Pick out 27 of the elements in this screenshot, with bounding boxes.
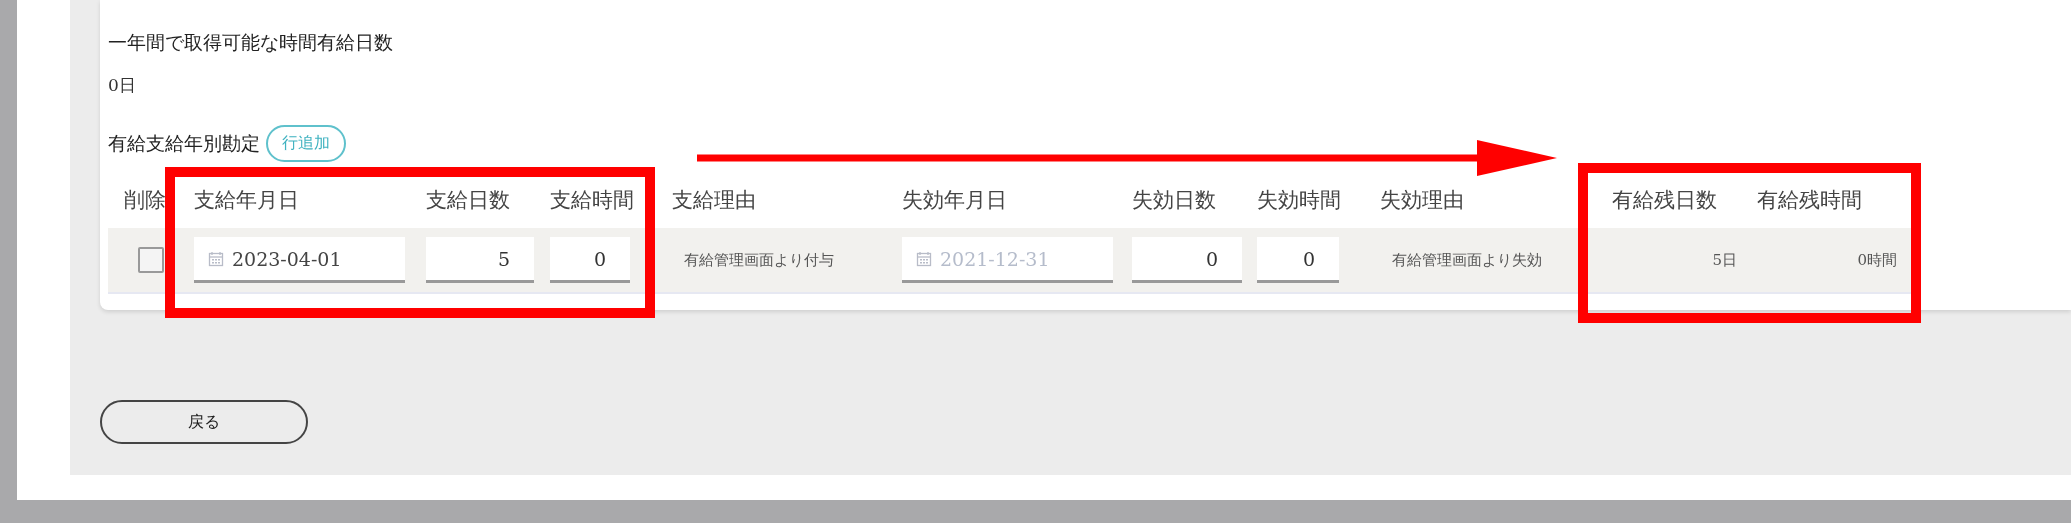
field-value: 0日 [108,74,137,97]
column-header: 有給残日数 [1612,187,1718,214]
days-field[interactable]: 5 [426,237,534,283]
column-header: 支給日数 [426,187,511,214]
column-header: 支給年月日 [194,187,300,214]
column-header: 支給理由 [672,187,757,214]
expiry-reason: 有給管理画面より失効 [1391,250,1542,270]
hours-field[interactable]: 0 [550,237,630,283]
remaining-days: 5日 [1700,250,1737,270]
back-button[interactable]: 戻る [100,400,308,444]
days-field[interactable]: 0 [1132,237,1242,283]
column-header: 失効時間 [1257,187,1342,214]
calendar-icon [208,250,224,267]
date-field[interactable]: 2023-04-01 [194,237,405,283]
calendar-icon [916,250,932,267]
column-header: 有給残時間 [1757,187,1863,214]
section-label: 有給支給年別勘定 [108,130,260,156]
column-header: 失効日数 [1132,187,1217,214]
checkbox[interactable] [138,247,164,273]
field-label: 一年間で取得可能な時間有給日数 [108,30,393,55]
column-header: 支給時間 [550,187,635,214]
grant-reason: 有給管理画面より付与 [683,250,834,270]
column-header: 失効年月日 [902,187,1008,214]
remaining-hours: 0時間 [1856,250,1897,270]
column-header: 削除 [123,187,167,214]
column-header: 失効理由 [1380,187,1465,214]
hours-field[interactable]: 0 [1257,237,1339,283]
